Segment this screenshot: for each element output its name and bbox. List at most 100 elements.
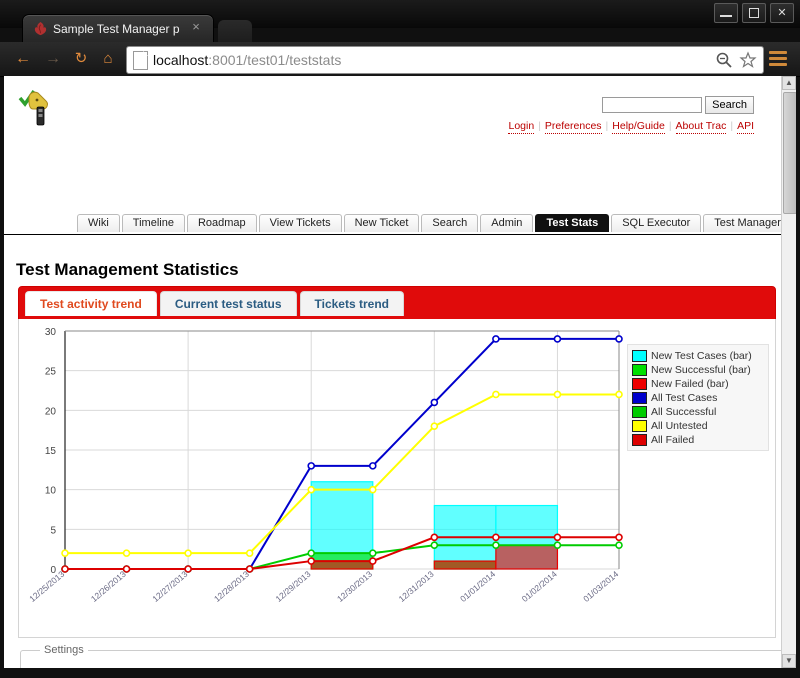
legend-item: New Test Cases (bar) [632, 349, 764, 362]
tab-close-icon[interactable]: × [189, 20, 203, 34]
url-host: localhost [153, 52, 208, 68]
y-axis-tick-label: 15 [45, 446, 57, 457]
chart-point [431, 534, 437, 540]
page-scrollbar[interactable]: ▲ ▼ [781, 76, 796, 668]
y-axis-tick-label: 20 [45, 406, 57, 417]
legend-label: All Successful [651, 406, 716, 418]
legend-item: All Test Cases [632, 391, 764, 404]
chart-point [493, 336, 499, 342]
address-bar[interactable]: localhost:8001/test01/teststats [126, 46, 764, 74]
metanav-login[interactable]: Login [508, 120, 534, 134]
mainnav-link[interactable]: Test Stats [535, 214, 609, 232]
mainnav-list: Wiki Timeline Roadmap View Tickets New T… [76, 214, 793, 232]
magnifier-icon[interactable] [715, 51, 733, 69]
tab-test-activity-trend[interactable]: Test activity trend [25, 291, 157, 316]
page-viewport: Search Login|Preferences|Help/Guide|Abou… [4, 76, 796, 668]
legend-swatch-new-failed [632, 378, 647, 390]
chart-point [616, 542, 622, 548]
tab-label[interactable]: Tickets trend [300, 291, 404, 316]
star-icon[interactable] [739, 51, 757, 69]
chart-point [308, 558, 314, 564]
new-tab-button[interactable] [218, 20, 252, 42]
scrollbar-thumb[interactable] [783, 92, 796, 214]
x-axis-tick-label: 12/27/2013 [150, 569, 189, 604]
browser-window: ✕ Sample Test Manager p × ← → ↻ ⌂ localh… [0, 0, 800, 678]
back-icon[interactable]: ← [12, 48, 34, 70]
site-logo [16, 88, 54, 128]
metanav-preferences[interactable]: Preferences [545, 120, 602, 134]
chart-point [308, 463, 314, 469]
legend-label: All Failed [651, 434, 694, 446]
metanav-api[interactable]: API [737, 120, 754, 134]
tab-label[interactable]: Test activity trend [25, 291, 157, 316]
chart-bar [496, 545, 558, 569]
legend-label: New Test Cases (bar) [651, 350, 752, 362]
chart-point [62, 550, 68, 556]
chart-point [370, 463, 376, 469]
legend-swatch-new-successful [632, 364, 647, 376]
chart-point [370, 487, 376, 493]
tab-tickets-trend[interactable]: Tickets trend [300, 291, 404, 316]
mainnav-link[interactable]: Admin [480, 214, 533, 232]
mainnav-item-new-ticket[interactable]: New Ticket [344, 214, 420, 232]
forward-icon[interactable]: → [42, 48, 64, 70]
tab-label[interactable]: Current test status [160, 291, 297, 316]
mainnav-item-test-manager[interactable]: Test Manager [703, 214, 792, 232]
mainnav-link[interactable]: Wiki [77, 214, 120, 232]
metanav-help-guide[interactable]: Help/Guide [612, 120, 665, 134]
x-axis-tick-label: 12/28/2013 [212, 569, 251, 604]
mainnav-item-sql-executor[interactable]: SQL Executor [611, 214, 701, 232]
chart-point [431, 542, 437, 548]
chart-point [185, 566, 191, 572]
scroll-up-icon[interactable]: ▲ [782, 76, 796, 90]
mainnav-item-admin[interactable]: Admin [480, 214, 533, 232]
legend-swatch-all-test-cases [632, 392, 647, 404]
browser-tabstrip: Sample Test Manager p × [0, 14, 800, 42]
reload-icon[interactable]: ↻ [70, 48, 92, 70]
mainnav-item-test-stats[interactable]: Test Stats [535, 214, 609, 232]
chart-bar [311, 561, 373, 569]
search-input[interactable] [602, 97, 702, 113]
mainnav-link[interactable]: SQL Executor [611, 214, 701, 232]
legend-item: All Untested [632, 419, 764, 432]
page-document-icon [133, 51, 148, 70]
chart-point [493, 542, 499, 548]
chart-point [308, 487, 314, 493]
x-axis-tick-label: 01/01/2014 [458, 569, 497, 604]
mainnav-link[interactable]: New Ticket [344, 214, 420, 232]
address-bar-icons [715, 51, 757, 69]
chart-legend: New Test Cases (bar) New Successful (bar… [627, 344, 769, 451]
mainnav-link[interactable]: Search [421, 214, 478, 232]
mainnav-link[interactable]: Timeline [122, 214, 185, 232]
legend-label: New Successful (bar) [651, 364, 751, 376]
y-axis-tick-label: 10 [45, 486, 57, 497]
metanav: Login|Preferences|Help/Guide|About Trac|… [508, 120, 754, 132]
scroll-down-icon[interactable]: ▼ [782, 654, 796, 668]
chart-point [431, 399, 437, 405]
mainnav-item-wiki[interactable]: Wiki [77, 214, 120, 232]
home-icon[interactable]: ⌂ [97, 48, 119, 70]
address-bar-text: localhost:8001/test01/teststats [153, 51, 341, 69]
chart-point [247, 566, 253, 572]
mainnav-item-roadmap[interactable]: Roadmap [187, 214, 257, 232]
mainnav-link[interactable]: Test Manager [703, 214, 792, 232]
chart-point [493, 534, 499, 540]
chart-point [616, 391, 622, 397]
mainnav-item-search[interactable]: Search [421, 214, 478, 232]
search-button[interactable]: Search [705, 96, 754, 114]
mainnav: Wiki Timeline Roadmap View Tickets New T… [4, 214, 782, 235]
browser-tab[interactable]: Sample Test Manager p × [22, 14, 214, 43]
mainnav-item-view-tickets[interactable]: View Tickets [259, 214, 342, 232]
x-axis-tick-label: 12/26/2013 [89, 569, 128, 604]
mainnav-link[interactable]: Roadmap [187, 214, 257, 232]
metanav-about-trac[interactable]: About Trac [676, 120, 727, 134]
hamburger-icon[interactable] [768, 48, 788, 70]
mainnav-item-timeline[interactable]: Timeline [122, 214, 185, 232]
mainnav-link[interactable]: View Tickets [259, 214, 342, 232]
legend-swatch-new-test-cases [632, 350, 647, 362]
site-search: Search [602, 96, 754, 114]
tab-current-test-status[interactable]: Current test status [160, 291, 297, 316]
trac-page: Search Login|Preferences|Help/Guide|Abou… [4, 76, 782, 668]
settings-panel: Settings Start Date: End Date: Resolutio… [20, 644, 794, 668]
x-axis-tick-label: 12/30/2013 [335, 569, 374, 604]
